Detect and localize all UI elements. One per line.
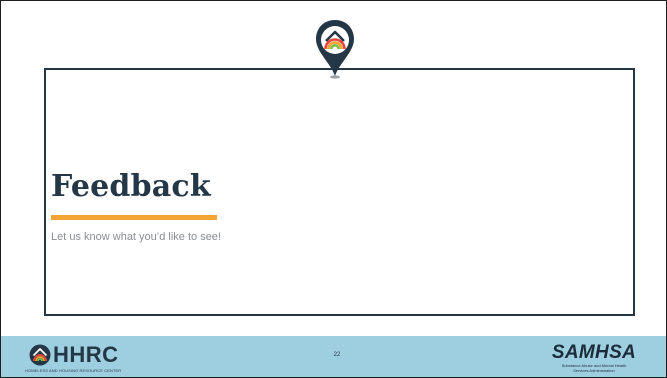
samhsa-wordmark: SAMHSA: [551, 342, 637, 363]
slide-title: Feedback: [51, 169, 211, 204]
hhrc-wordmark: HHRC: [53, 342, 119, 367]
samhsa-logo: SAMHSA Substance Abuse and Mental Health…: [549, 342, 639, 374]
slide: Feedback Let us know what you’d like to …: [0, 0, 667, 378]
hhrc-tagline: HOMELESS AND HOUSING RESOURCE CENTER: [25, 368, 122, 373]
house-rainbow-icon: [29, 344, 51, 366]
map-pin-house-icon: [316, 20, 354, 79]
slide-subtitle: Let us know what you’d like to see!: [51, 231, 221, 243]
hhrc-logo: HHRC HOMELESS AND HOUSING RESOURCE CENTE…: [23, 342, 173, 374]
samhsa-tagline: Substance Abuse and Mental Health Servic…: [549, 363, 639, 373]
page-number: 22: [333, 352, 341, 358]
samhsa-tagline-line2: Services Administration: [573, 368, 615, 373]
title-underline: [51, 215, 217, 220]
